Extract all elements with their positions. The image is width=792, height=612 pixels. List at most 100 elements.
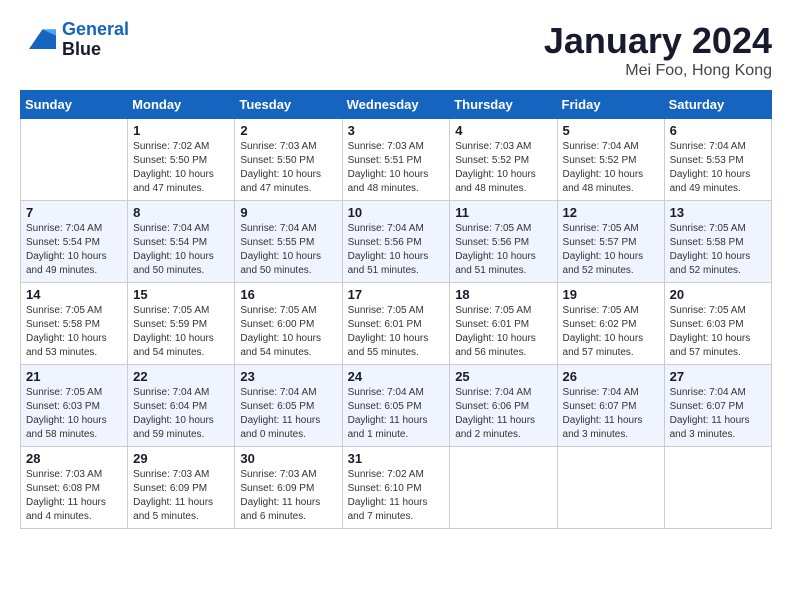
calendar-cell: 17Sunrise: 7:05 AM Sunset: 6:01 PM Dayli… bbox=[342, 283, 450, 365]
calendar-cell bbox=[664, 447, 771, 529]
day-number: 6 bbox=[670, 123, 766, 138]
weekday-header-friday: Friday bbox=[557, 91, 664, 119]
day-info: Sunrise: 7:04 AM Sunset: 5:54 PM Dayligh… bbox=[26, 222, 122, 278]
day-number: 28 bbox=[26, 451, 122, 466]
day-info: Sunrise: 7:05 AM Sunset: 6:03 PM Dayligh… bbox=[670, 304, 766, 360]
calendar-cell: 30Sunrise: 7:03 AM Sunset: 6:09 PM Dayli… bbox=[235, 447, 342, 529]
day-info: Sunrise: 7:04 AM Sunset: 5:54 PM Dayligh… bbox=[133, 222, 229, 278]
day-info: Sunrise: 7:02 AM Sunset: 6:10 PM Dayligh… bbox=[348, 468, 445, 524]
calendar-table: SundayMondayTuesdayWednesdayThursdayFrid… bbox=[20, 90, 772, 529]
day-info: Sunrise: 7:03 AM Sunset: 5:50 PM Dayligh… bbox=[240, 140, 336, 196]
calendar-cell: 11 Sunrise: 7:05 AM Sunset: 5:56 PM Dayli… bbox=[450, 201, 557, 283]
day-number: 7 bbox=[26, 205, 122, 220]
calendar-cell: 15 Sunrise: 7:05 AM Sunset: 5:59 PM Dayli… bbox=[128, 283, 235, 365]
day-number: 9 bbox=[240, 205, 336, 220]
calendar-week-4: 21 Sunrise: 7:05 AM Sunset: 6:03 PM Dayli… bbox=[21, 365, 772, 447]
day-info: Sunrise: 7:05 AM Sunset: 6:00 PM Dayligh… bbox=[240, 304, 336, 360]
day-info: Sunrise: 7:04 AM Sunset: 5:55 PM Dayligh… bbox=[240, 222, 336, 278]
calendar-cell: 4 Sunrise: 7:03 AM Sunset: 5:52 PM Daylig… bbox=[450, 119, 557, 201]
weekday-header-row: SundayMondayTuesdayWednesdayThursdayFrid… bbox=[21, 91, 772, 119]
day-info: Sunrise: 7:03 AM Sunset: 5:52 PM Dayligh… bbox=[455, 140, 551, 196]
weekday-header-sunday: Sunday bbox=[21, 91, 128, 119]
day-number: 13 bbox=[670, 205, 766, 220]
weekday-header-tuesday: Tuesday bbox=[235, 91, 342, 119]
day-info: Sunrise: 7:05 AM Sunset: 5:59 PM Dayligh… bbox=[133, 304, 229, 360]
day-number: 25 bbox=[455, 369, 551, 384]
day-info: Sunrise: 7:04 AM Sunset: 5:53 PM Dayligh… bbox=[670, 140, 766, 196]
calendar-cell: 10 Sunrise: 7:04 AM Sunset: 5:56 PM Dayli… bbox=[342, 201, 450, 283]
weekday-header-saturday: Saturday bbox=[664, 91, 771, 119]
day-number: 10 bbox=[348, 205, 445, 220]
day-number: 21 bbox=[26, 369, 122, 384]
day-info: Sunrise: 7:05 AM Sunset: 5:57 PM Dayligh… bbox=[563, 222, 659, 278]
calendar-cell: 25 Sunrise: 7:04 AM Sunset: 6:06 PM Dayli… bbox=[450, 365, 557, 447]
day-number: 1 bbox=[133, 123, 229, 138]
title-area: January 2024 Mei Foo, Hong Kong bbox=[544, 20, 772, 80]
calendar-cell: 24 Sunrise: 7:04 AM Sunset: 6:05 PM Dayli… bbox=[342, 365, 450, 447]
day-number: 27 bbox=[670, 369, 766, 384]
day-number: 8 bbox=[133, 205, 229, 220]
day-info: Sunrise: 7:03 AM Sunset: 6:08 PM Dayligh… bbox=[26, 468, 122, 524]
day-number: 5 bbox=[563, 123, 659, 138]
calendar-cell: 20 Sunrise: 7:05 AM Sunset: 6:03 PM Dayli… bbox=[664, 283, 771, 365]
day-info: Sunrise: 7:03 AM Sunset: 6:09 PM Dayligh… bbox=[133, 468, 229, 524]
calendar-cell: 8 Sunrise: 7:04 AM Sunset: 5:54 PM Daylig… bbox=[128, 201, 235, 283]
day-number: 15 bbox=[133, 287, 229, 302]
day-number: 31 bbox=[348, 451, 445, 466]
day-info: Sunrise: 7:05 AM Sunset: 5:58 PM Dayligh… bbox=[670, 222, 766, 278]
logo-line1: General bbox=[62, 19, 129, 39]
day-info: Sunrise: 7:04 AM Sunset: 6:06 PM Dayligh… bbox=[455, 386, 551, 442]
day-number: 4 bbox=[455, 123, 551, 138]
calendar-cell: 7 Sunrise: 7:04 AM Sunset: 5:54 PM Daylig… bbox=[21, 201, 128, 283]
calendar-cell bbox=[450, 447, 557, 529]
day-info: Sunrise: 7:04 AM Sunset: 6:05 PM Dayligh… bbox=[240, 386, 336, 442]
day-number: 30 bbox=[240, 451, 336, 466]
day-number: 19 bbox=[563, 287, 659, 302]
day-number: 26 bbox=[563, 369, 659, 384]
day-number: 12 bbox=[563, 205, 659, 220]
day-number: 20 bbox=[670, 287, 766, 302]
calendar-cell: 29Sunrise: 7:03 AM Sunset: 6:09 PM Dayli… bbox=[128, 447, 235, 529]
calendar-cell: 5 Sunrise: 7:04 AM Sunset: 5:52 PM Daylig… bbox=[557, 119, 664, 201]
day-number: 22 bbox=[133, 369, 229, 384]
day-info: Sunrise: 7:04 AM Sunset: 6:05 PM Dayligh… bbox=[348, 386, 445, 442]
day-number: 11 bbox=[455, 205, 551, 220]
day-info: Sunrise: 7:04 AM Sunset: 6:07 PM Dayligh… bbox=[563, 386, 659, 442]
weekday-header-wednesday: Wednesday bbox=[342, 91, 450, 119]
calendar-cell: 2 Sunrise: 7:03 AM Sunset: 5:50 PM Daylig… bbox=[235, 119, 342, 201]
day-info: Sunrise: 7:04 AM Sunset: 5:56 PM Dayligh… bbox=[348, 222, 445, 278]
calendar-cell: 19Sunrise: 7:05 AM Sunset: 6:02 PM Dayli… bbox=[557, 283, 664, 365]
calendar-cell: 28 Sunrise: 7:03 AM Sunset: 6:08 PM Dayli… bbox=[21, 447, 128, 529]
weekday-header-thursday: Thursday bbox=[450, 91, 557, 119]
day-info: Sunrise: 7:04 AM Sunset: 6:07 PM Dayligh… bbox=[670, 386, 766, 442]
calendar-cell bbox=[557, 447, 664, 529]
month-title: January 2024 bbox=[544, 20, 772, 62]
calendar-cell: 21 Sunrise: 7:05 AM Sunset: 6:03 PM Dayli… bbox=[21, 365, 128, 447]
calendar-cell: 12 Sunrise: 7:05 AM Sunset: 5:57 PM Dayli… bbox=[557, 201, 664, 283]
location: Mei Foo, Hong Kong bbox=[544, 62, 772, 80]
calendar-cell bbox=[21, 119, 128, 201]
calendar-cell: 9 Sunrise: 7:04 AM Sunset: 5:55 PM Daylig… bbox=[235, 201, 342, 283]
calendar-week-3: 14 Sunrise: 7:05 AM Sunset: 5:58 PM Dayli… bbox=[21, 283, 772, 365]
calendar-cell: 14 Sunrise: 7:05 AM Sunset: 5:58 PM Dayli… bbox=[21, 283, 128, 365]
day-info: Sunrise: 7:05 AM Sunset: 6:03 PM Dayligh… bbox=[26, 386, 122, 442]
day-number: 17 bbox=[348, 287, 445, 302]
day-info: Sunrise: 7:04 AM Sunset: 6:04 PM Dayligh… bbox=[133, 386, 229, 442]
logo: General Blue bbox=[20, 20, 129, 60]
day-info: Sunrise: 7:04 AM Sunset: 5:52 PM Dayligh… bbox=[563, 140, 659, 196]
day-number: 18 bbox=[455, 287, 551, 302]
day-info: Sunrise: 7:05 AM Sunset: 5:56 PM Dayligh… bbox=[455, 222, 551, 278]
day-number: 2 bbox=[240, 123, 336, 138]
day-number: 14 bbox=[26, 287, 122, 302]
day-number: 24 bbox=[348, 369, 445, 384]
logo-icon bbox=[20, 22, 56, 58]
calendar-cell: 13 Sunrise: 7:05 AM Sunset: 5:58 PM Dayli… bbox=[664, 201, 771, 283]
day-info: Sunrise: 7:05 AM Sunset: 5:58 PM Dayligh… bbox=[26, 304, 122, 360]
day-info: Sunrise: 7:02 AM Sunset: 5:50 PM Dayligh… bbox=[133, 140, 229, 196]
day-info: Sunrise: 7:05 AM Sunset: 6:01 PM Dayligh… bbox=[455, 304, 551, 360]
calendar-cell: 3Sunrise: 7:03 AM Sunset: 5:51 PM Daylig… bbox=[342, 119, 450, 201]
calendar-cell: 1 Sunrise: 7:02 AM Sunset: 5:50 PM Daylig… bbox=[128, 119, 235, 201]
calendar-cell: 18 Sunrise: 7:05 AM Sunset: 6:01 PM Dayli… bbox=[450, 283, 557, 365]
calendar-cell: 31 Sunrise: 7:02 AM Sunset: 6:10 PM Dayli… bbox=[342, 447, 450, 529]
calendar-cell: 16Sunrise: 7:05 AM Sunset: 6:00 PM Dayli… bbox=[235, 283, 342, 365]
